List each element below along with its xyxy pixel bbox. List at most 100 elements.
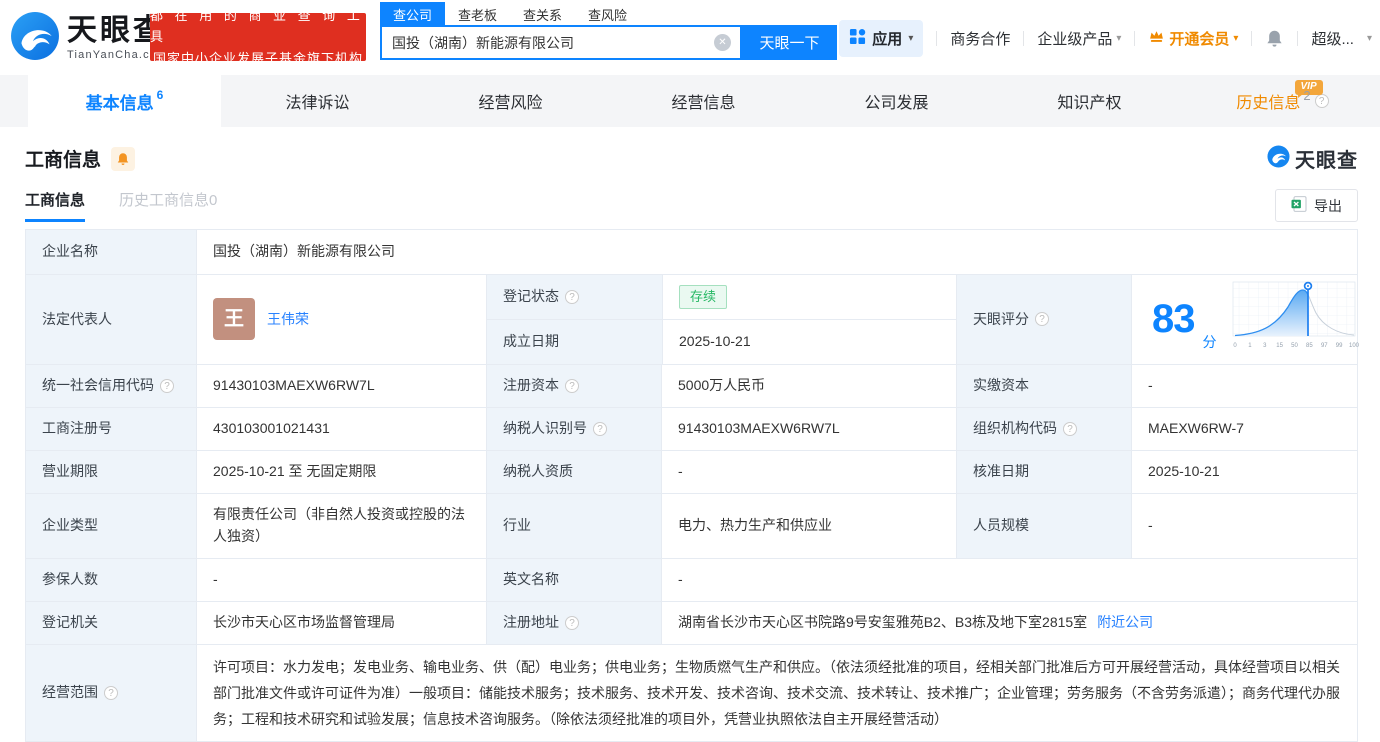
status-date-cells: 登记状态 ? 存续 成立日期 2025-10-21 (486, 275, 956, 364)
section-header: 工商信息 天眼查 (0, 127, 1380, 173)
tab-basic-info[interactable]: 基本信息 6 (28, 75, 221, 127)
reg-address-label: 注册地址 (503, 613, 559, 630)
tab-operation-risk[interactable]: 经营风险 (414, 75, 607, 127)
svg-text:85: 85 (1306, 343, 1313, 349)
tab-history-info-count: 2 (1303, 87, 1311, 103)
help-icon[interactable]: ? (1063, 421, 1077, 436)
tab-history-info[interactable]: VIP 历史信息 2 ? (1186, 75, 1379, 127)
business-term-value: 2025-10-21 至 无固定期限 (196, 450, 486, 493)
svg-text:99: 99 (1335, 343, 1342, 349)
table-row: 统一社会信用代码 ? 91430103MAEXW6RW7L 注册资本 ? 500… (26, 363, 1357, 407)
business-term-label: 营业期限 (26, 450, 196, 493)
apps-menu[interactable]: 应用 ▾ (839, 20, 924, 57)
search-tab-company[interactable]: 查公司 (380, 2, 446, 25)
approval-date-value: 2025-10-21 (1131, 450, 1357, 493)
export-button[interactable]: 导出 (1275, 189, 1358, 222)
staff-size-label: 人员规模 (956, 493, 1131, 558)
org-code-value: MAEXW6RW-7 (1131, 407, 1357, 450)
table-row: 工商注册号 430103001021431 纳税人识别号 ? 91430103M… (26, 406, 1357, 450)
legal-rep-avatar[interactable]: 王 (213, 298, 255, 341)
export-button-label: 导出 (1314, 197, 1342, 214)
paid-capital-label: 实缴资本 (956, 364, 1131, 407)
subscribe-bell-icon[interactable] (111, 146, 136, 171)
svg-text:1: 1 (1248, 343, 1252, 349)
help-icon[interactable]: ? (593, 421, 607, 436)
promo-banner: 都 在 用 的 商 业 查 询 工 具 国家中小企业发展子基金旗下机构 (150, 8, 366, 66)
tab-company-development-label: 公司发展 (864, 95, 929, 112)
excel-icon (1291, 196, 1307, 215)
table-row: 登记机关 长沙市天心区市场监督管理局 注册地址 ? 湖南省长沙市天心区书院路9号… (26, 600, 1357, 644)
insured-count-value: - (196, 558, 486, 601)
notification-bell-icon[interactable] (1265, 29, 1284, 48)
help-icon[interactable]: ? (104, 685, 118, 700)
business-info-subtabs: 工商信息 历史工商信息0 导出 (0, 173, 1380, 222)
tab-intellectual-property[interactable]: 知识产权 (993, 75, 1186, 127)
nav-business-cooperation[interactable]: 商务合作 (950, 28, 1010, 49)
reg-status-label-cell: 登记状态 ? (487, 275, 662, 319)
nav-user-menu[interactable]: 超级... (1311, 28, 1354, 49)
tab-company-development[interactable]: 公司发展 (800, 75, 993, 127)
svg-text:97: 97 (1320, 343, 1327, 349)
business-scope-value: 许可项目：水力发电；发电业务、输电业务、供（配）电业务；供电业务；生物质燃气生产… (196, 644, 1357, 741)
table-row: 营业期限 2025-10-21 至 无固定期限 纳税人资质 - 核准日期 202… (26, 449, 1357, 493)
help-icon[interactable]: ? (565, 289, 579, 304)
search-area: 查公司 查老板 查关系 查风险 ✕ 天眼一下 (380, 2, 837, 60)
legal-rep-label: 法定代表人 (26, 275, 196, 364)
help-icon[interactable]: ? (160, 378, 174, 393)
search-tab-boss[interactable]: 查老板 (445, 2, 510, 25)
est-date-value: 2025-10-21 (662, 319, 956, 364)
header-nav: 应用 ▾ 商务合作 企业级产品 ▾ 开通会员 ▾ 超级... ▾ (839, 20, 1372, 57)
tab-basic-info-label: 基本信息 (85, 93, 154, 113)
clear-search-icon[interactable]: ✕ (714, 34, 731, 51)
search-tab-relation[interactable]: 查关系 (510, 2, 575, 25)
status-badge: 存续 (679, 284, 728, 309)
company-name-label: 企业名称 (26, 230, 196, 274)
legal-rep-link[interactable]: 王伟荣 (267, 309, 309, 331)
insured-count-label: 参保人数 (26, 558, 196, 601)
reg-authority-label: 登记机关 (26, 601, 196, 644)
nav-enterprise-products[interactable]: 企业级产品 ▾ (1037, 28, 1121, 49)
tab-legal-proceedings[interactable]: 法律诉讼 (221, 75, 414, 127)
staff-size-value: - (1131, 493, 1357, 558)
reg-capital-value: 5000万人民币 (661, 364, 956, 407)
help-icon[interactable]: ? (1035, 312, 1049, 327)
reg-address-label-cell: 注册地址 ? (486, 601, 661, 644)
reg-capital-label-cell: 注册资本 ? (486, 364, 661, 407)
company-detail-tabs: 基本信息 6 法律诉讼 经营风险 经营信息 公司发展 知识产权 VIP 历史信息… (0, 75, 1380, 127)
tab-intellectual-property-label: 知识产权 (1057, 95, 1122, 112)
tianyancha-logo[interactable]: 天眼查 TianYanCha.com (10, 11, 168, 66)
tab-operation-info[interactable]: 经营信息 (607, 75, 800, 127)
industry-value: 电力、热力生产和供应业 (661, 493, 956, 558)
chevron-down-icon[interactable]: ▾ (1367, 33, 1372, 44)
search-input[interactable] (382, 34, 714, 51)
search-tab-risk[interactable]: 查风险 (575, 2, 640, 25)
business-scope-label-cell: 经营范围 ? (26, 644, 196, 741)
help-icon[interactable]: ? (565, 615, 579, 630)
score-label-cell: 天眼评分 ? (956, 275, 1131, 364)
svg-text:0: 0 (1233, 343, 1237, 349)
business-info-table: 企业名称 国投（湖南）新能源有限公司 法定代表人 王 王伟荣 登记状态 ? 存续 (25, 229, 1359, 742)
taxpayer-quality-value: - (661, 450, 956, 493)
help-icon[interactable]: ? (565, 378, 579, 393)
tianyancha-watermark: 天眼查 (1267, 144, 1358, 173)
subtab-business-info[interactable]: 工商信息 (25, 189, 86, 222)
credit-code-value: 91430103MAEXW6RW7L (196, 364, 486, 407)
taxpayer-id-value: 91430103MAEXW6RW7L (661, 407, 956, 450)
taxpayer-id-label: 纳税人识别号 (503, 419, 587, 436)
english-name-label: 英文名称 (486, 558, 661, 601)
search-button[interactable]: 天眼一下 (742, 25, 837, 60)
svg-text:15: 15 (1276, 343, 1283, 349)
score-cell: 83 分 0 1 3 15 50 85 97 99 100 (1131, 275, 1359, 364)
score-value: 83 (1152, 297, 1195, 342)
tab-history-info-label: 历史信息 (1236, 95, 1301, 112)
tianyancha-page: 天眼查 TianYanCha.com 都 在 用 的 商 业 查 询 工 具 国… (0, 0, 1380, 742)
org-code-label: 组织机构代码 (973, 419, 1057, 436)
help-icon[interactable]: ? (1314, 94, 1329, 108)
divider (1297, 31, 1299, 46)
score-label: 天眼评分 (973, 310, 1029, 327)
nav-open-vip[interactable]: 开通会员 ▾ (1148, 28, 1238, 49)
est-date-label: 成立日期 (487, 319, 662, 364)
subtab-history-business-info[interactable]: 历史工商信息0 (119, 189, 217, 219)
tab-operation-risk-label: 经营风险 (478, 95, 543, 112)
nearby-companies-link[interactable]: 附近公司 (1097, 612, 1153, 634)
